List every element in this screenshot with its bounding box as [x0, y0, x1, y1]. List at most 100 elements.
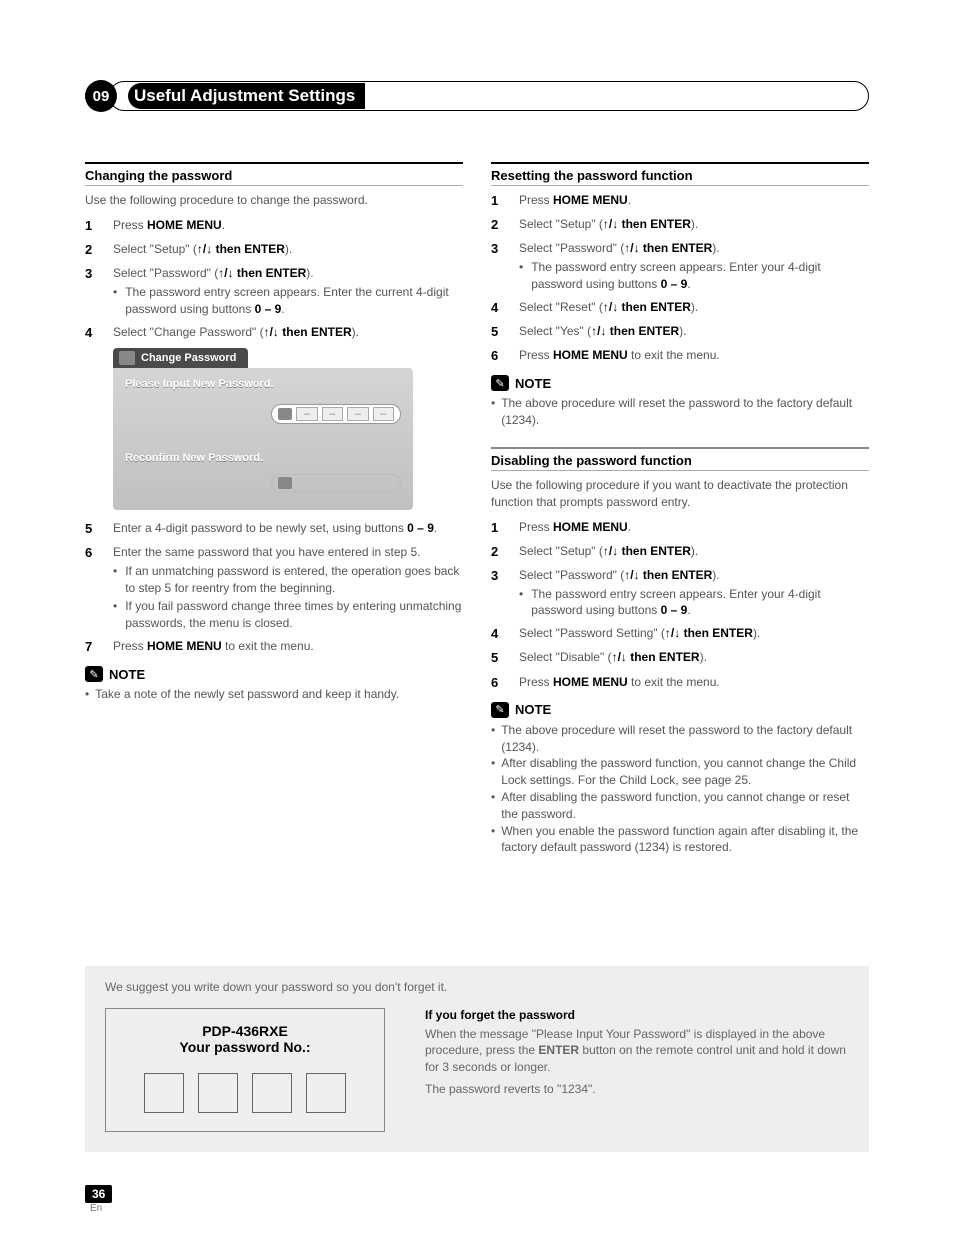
updown-icon: ↑/↓ then — [197, 242, 244, 256]
step-body: Select "Reset" (↑/↓ then ENTER). — [519, 299, 869, 317]
step-number: 4 — [491, 299, 505, 317]
step-body: Enter a 4-digit password to be newly set… — [113, 520, 463, 538]
password-write-slot — [144, 1073, 184, 1113]
updown-icon: ↑/↓ then — [603, 300, 650, 314]
intro-text: Use the following procedure if you want … — [491, 477, 869, 511]
updown-icon: ↑/↓ then — [591, 324, 638, 338]
step-number: 2 — [85, 241, 99, 259]
updown-icon: ↑/↓ then — [612, 650, 659, 664]
note-text: •After disabling the password function, … — [491, 789, 869, 823]
dialog-title: Change Password — [113, 348, 248, 368]
password-slot: – — [347, 477, 369, 489]
step-body: Select "Setup" (↑/↓ then ENTER). — [519, 216, 869, 234]
step-body: Press HOME MENU to exit the menu. — [519, 347, 869, 365]
page-number: 36 — [85, 1185, 112, 1203]
password-slot: – — [322, 407, 344, 421]
section-title-reset: Resetting the password function — [491, 162, 869, 186]
chapter-title-pill: Useful Adjustment Settings — [109, 81, 869, 111]
password-write-slot — [306, 1073, 346, 1113]
section-title-change-password: Changing the password — [85, 162, 463, 186]
password-slot: – — [373, 407, 395, 421]
updown-icon: ↑/↓ then — [603, 217, 650, 231]
chapter-header: 09 Useful Adjustment Settings — [85, 80, 869, 112]
password-slot: – — [347, 407, 369, 421]
step-number: 3 — [85, 265, 99, 317]
forgot-body: When the message "Please Input Your Pass… — [425, 1026, 849, 1075]
note-label: NOTE — [109, 667, 145, 682]
card-model: PDP-436RXE — [126, 1023, 364, 1039]
suggest-text: We suggest you write down your password … — [105, 980, 849, 994]
step-number: 2 — [491, 543, 505, 561]
updown-icon: ↑/↓ then — [603, 544, 650, 558]
dialog-label-confirm: Reconfirm New Password. — [125, 452, 401, 464]
note-text: •The above procedure will reset the pass… — [491, 722, 869, 756]
password-slot: – — [322, 477, 344, 489]
note-icon: ✎ — [491, 375, 509, 391]
page-footer: 36 En — [85, 1187, 112, 1214]
page-language: En — [85, 1203, 112, 1214]
keypad-icon — [278, 408, 292, 420]
step-body: Select "Disable" (↑/↓ then ENTER). — [519, 649, 869, 667]
step-number: 3 — [491, 240, 505, 292]
password-card: PDP-436RXE Your password No.: — [105, 1008, 385, 1132]
step-number: 5 — [491, 323, 505, 341]
step-number: 7 — [85, 638, 99, 656]
step-number: 6 — [491, 347, 505, 365]
password-slot: – — [296, 407, 318, 421]
password-input-confirm-row: – – – – — [271, 474, 401, 492]
password-slot: – — [296, 477, 318, 489]
note-text: •The above procedure will reset the pass… — [491, 395, 869, 429]
step-body: Select "Yes" (↑/↓ then ENTER). — [519, 323, 869, 341]
password-slot: – — [373, 477, 395, 489]
step-number: 6 — [491, 674, 505, 692]
note-icon: ✎ — [85, 666, 103, 682]
note-label: NOTE — [515, 702, 551, 717]
dialog-label-new: Please Input New Password. — [125, 378, 401, 390]
password-write-slot — [252, 1073, 292, 1113]
chapter-title: Useful Adjustment Settings — [128, 83, 365, 109]
section-title-disable: Disabling the password function — [491, 447, 869, 471]
forgot-title: If you forget the password — [425, 1008, 849, 1022]
step-number: 6 — [85, 544, 99, 632]
step-body: Select "Setup" (↑/↓ then ENTER). — [113, 241, 463, 259]
step-body: Select "Change Password" (↑/↓ then ENTER… — [113, 324, 463, 342]
intro-text: Use the following procedure to change th… — [85, 192, 463, 209]
step-number: 5 — [491, 649, 505, 667]
updown-icon: ↑/↓ then — [624, 568, 671, 582]
step-body: Select "Password" (↑/↓ then ENTER). •The… — [519, 240, 869, 292]
card-subtitle: Your password No.: — [126, 1039, 364, 1055]
step-body: Press HOME MENU. — [113, 217, 463, 235]
step-body: Select "Password Setting" (↑/↓ then ENTE… — [519, 625, 869, 643]
forgot-revert: The password reverts to "1234". — [425, 1081, 849, 1097]
step-number: 5 — [85, 520, 99, 538]
step-number: 4 — [491, 625, 505, 643]
updown-icon: ↑/↓ then — [665, 626, 712, 640]
step-body: Press HOME MENU. — [519, 192, 869, 210]
step-body: Select "Setup" (↑/↓ then ENTER). — [519, 543, 869, 561]
change-password-dialog: Change Password Please Input New Passwor… — [113, 348, 413, 510]
step-number: 1 — [491, 192, 505, 210]
step-number: 2 — [491, 216, 505, 234]
right-column: Resetting the password function 1 Press … — [491, 162, 869, 856]
note-text: •When you enable the password function a… — [491, 823, 869, 857]
note-text: •Take a note of the newly set password a… — [85, 686, 463, 703]
note-text: •After disabling the password function, … — [491, 755, 869, 789]
password-record-box: We suggest you write down your password … — [85, 966, 869, 1152]
step-body: Press HOME MENU to exit the menu. — [519, 674, 869, 692]
updown-icon: ↑/↓ then — [624, 241, 671, 255]
step-number: 1 — [491, 519, 505, 537]
note-icon: ✎ — [491, 702, 509, 718]
left-column: Changing the password Use the following … — [85, 162, 463, 856]
step-body: Enter the same password that you have en… — [113, 544, 463, 632]
note-label: NOTE — [515, 376, 551, 391]
step-number: 3 — [491, 567, 505, 619]
password-write-slot — [198, 1073, 238, 1113]
keypad-icon — [278, 477, 292, 489]
step-body: Press HOME MENU to exit the menu. — [113, 638, 463, 656]
step-body: Press HOME MENU. — [519, 519, 869, 537]
updown-icon: ↑/↓ then — [218, 266, 265, 280]
step-number: 4 — [85, 324, 99, 342]
updown-icon: ↑/↓ then — [264, 325, 311, 339]
step-body: Select "Password" (↑/↓ then ENTER). •The… — [113, 265, 463, 317]
chapter-number-badge: 09 — [85, 80, 117, 112]
